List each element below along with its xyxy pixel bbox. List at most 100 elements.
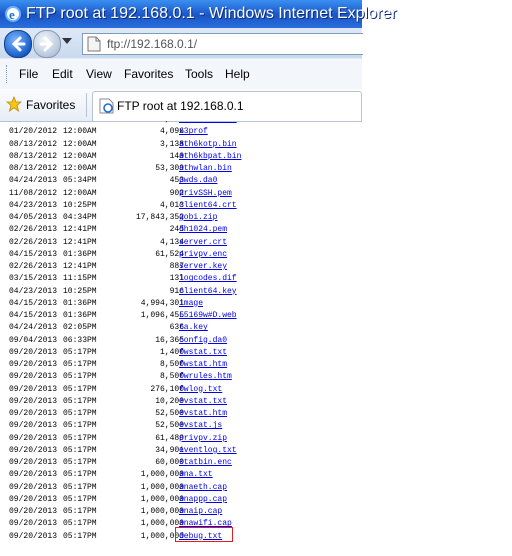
file-time: 05:17PM [63, 507, 97, 516]
file-link[interactable]: logcodes.dif [179, 273, 237, 285]
file-link[interactable]: privpv.zip [179, 433, 227, 445]
file-link[interactable]: server.crt [179, 237, 227, 249]
file-link[interactable]: dh1024.pem [179, 224, 227, 236]
file-link[interactable]: statbin.enc [179, 457, 232, 469]
file-date: 09/20/2013 [9, 519, 58, 529]
file-time: 12:00AM [63, 151, 97, 161]
file-size: 245 [169, 225, 184, 235]
file-time: 05:17PM [63, 360, 97, 369]
file-link[interactable]: fwlog.txt [179, 384, 222, 396]
file-date: 09/20/2013 [9, 531, 58, 541]
file-time: 05:17PM [63, 409, 97, 418]
file-date: 04/24/2013 [9, 323, 58, 333]
file-size: 16,365 [155, 335, 184, 345]
file-link[interactable]: gobi.zip [179, 212, 217, 224]
file-time: 10:25PM [63, 200, 97, 210]
file-size: 636 [169, 323, 184, 333]
menu-help[interactable]: Help [225, 59, 250, 89]
file-time: 12:00AM [63, 188, 97, 198]
file-link[interactable]: L5169w#D.web [179, 310, 237, 322]
file-time: 12:41PM [63, 237, 97, 247]
file-link[interactable]: anaip.cap [179, 506, 222, 518]
file-date: 09/20/2013 [9, 470, 58, 480]
file-date: 01/20/2012 [9, 127, 58, 137]
file-time: 05:17PM [63, 372, 97, 382]
file-link[interactable]: x3prof [179, 126, 208, 138]
file-link[interactable]: client64.crt [179, 200, 237, 212]
file-link[interactable]: evstat.txt [179, 396, 227, 408]
file-link[interactable]: fwstat.txt [179, 347, 227, 359]
file-date: 02/26/2013 [9, 225, 58, 235]
file-size: 3,138 [159, 139, 184, 149]
file-date: 09/20/2013 [9, 494, 58, 504]
file-link[interactable]: image [179, 298, 203, 310]
back-button[interactable] [4, 30, 32, 58]
file-link[interactable]: anaeth.cap [179, 482, 227, 494]
file-date: 09/20/2013 [9, 372, 58, 382]
tab-ftp-root[interactable]: FTP root at 192.168.0.1 [92, 91, 362, 121]
file-link[interactable]: server.key [179, 261, 227, 273]
file-link[interactable]: anappp.cap [179, 494, 227, 506]
file-link[interactable]: pwds.da0 [179, 175, 217, 187]
file-time: 05:17PM [63, 396, 97, 406]
file-link[interactable]: client64.key [179, 286, 237, 298]
recent-pages-dropdown[interactable] [62, 38, 72, 44]
file-link[interactable]: privSSH.pem [179, 188, 232, 200]
file-size: 8,500 [159, 360, 184, 369]
file-time: 12:00AM [63, 139, 97, 149]
menu-grip [6, 65, 9, 83]
file-date: 04/15/2013 [9, 298, 58, 308]
file-size: 131 [169, 274, 184, 284]
file-time: 05:17PM [63, 531, 97, 541]
file-date: 02/26/2013 [9, 237, 58, 247]
file-link[interactable]: ath6kotp.bin [179, 139, 237, 151]
file-date: 04/23/2013 [9, 200, 58, 210]
file-link[interactable]: config.da0 [179, 335, 227, 347]
favbar-divider [86, 93, 87, 117]
file-size: 902 [169, 188, 184, 198]
file-size: 52,500 [155, 409, 184, 418]
file-time: 12:41PM [63, 225, 97, 235]
file-date: 04/23/2013 [9, 286, 58, 296]
menu-favorites[interactable]: Favorites [124, 59, 173, 89]
favorites-label: Favorites [26, 98, 76, 112]
menu-edit[interactable]: Edit [52, 59, 73, 89]
file-link[interactable]: ana.txt [179, 469, 213, 481]
file-time: 05:17PM [63, 384, 97, 394]
address-bar[interactable]: ftp://192.168.0.1/ [82, 33, 363, 55]
menu-file[interactable]: File [19, 59, 38, 89]
file-date: 04/15/2013 [9, 311, 58, 320]
file-link[interactable]: privpv.enc [179, 249, 227, 261]
file-size: 1,400 [159, 347, 184, 357]
file-link[interactable]: athwlan.bin [179, 163, 232, 175]
favorites-star-icon [6, 96, 22, 112]
file-time: 05:17PM [63, 519, 97, 529]
file-time: 05:17PM [63, 347, 97, 357]
menu-view[interactable]: View [86, 59, 112, 89]
address-url[interactable]: ftp://192.168.0.1/ [107, 34, 197, 54]
file-link[interactable]: fwstat.htm [179, 359, 227, 371]
file-size: 916 [169, 286, 184, 296]
file-time: 12:00AM [63, 164, 97, 173]
file-size: 34,901 [155, 445, 184, 455]
file-link[interactable]: ta.key [179, 322, 208, 334]
file-size: 140 [169, 151, 184, 161]
file-time: 12:41PM [63, 262, 97, 271]
file-link[interactable]: eventlog.txt [179, 445, 237, 457]
file-link[interactable]: evstat.htm [179, 408, 227, 420]
file-size: 53,309 [155, 164, 184, 173]
navigation-bar: ftp://192.168.0.1/ [0, 28, 363, 58]
file-link[interactable]: evstat.js [179, 420, 222, 432]
file-link[interactable]: ath6kbpat.bin [179, 151, 241, 163]
file-date: 08/13/2012 [9, 151, 58, 161]
file-size: 1,000,000 [140, 494, 184, 504]
forward-button[interactable] [33, 30, 61, 58]
file-time: 01:36PM [63, 311, 97, 320]
menu-tools[interactable]: Tools [185, 59, 213, 89]
ie-logo-icon: e [5, 6, 21, 22]
file-size: 887 [169, 262, 184, 271]
back-arrow-icon [11, 36, 26, 52]
file-time: 05:17PM [63, 421, 97, 431]
file-time: 11:15PM [63, 274, 97, 284]
file-link[interactable]: fwrules.htm [179, 371, 232, 383]
